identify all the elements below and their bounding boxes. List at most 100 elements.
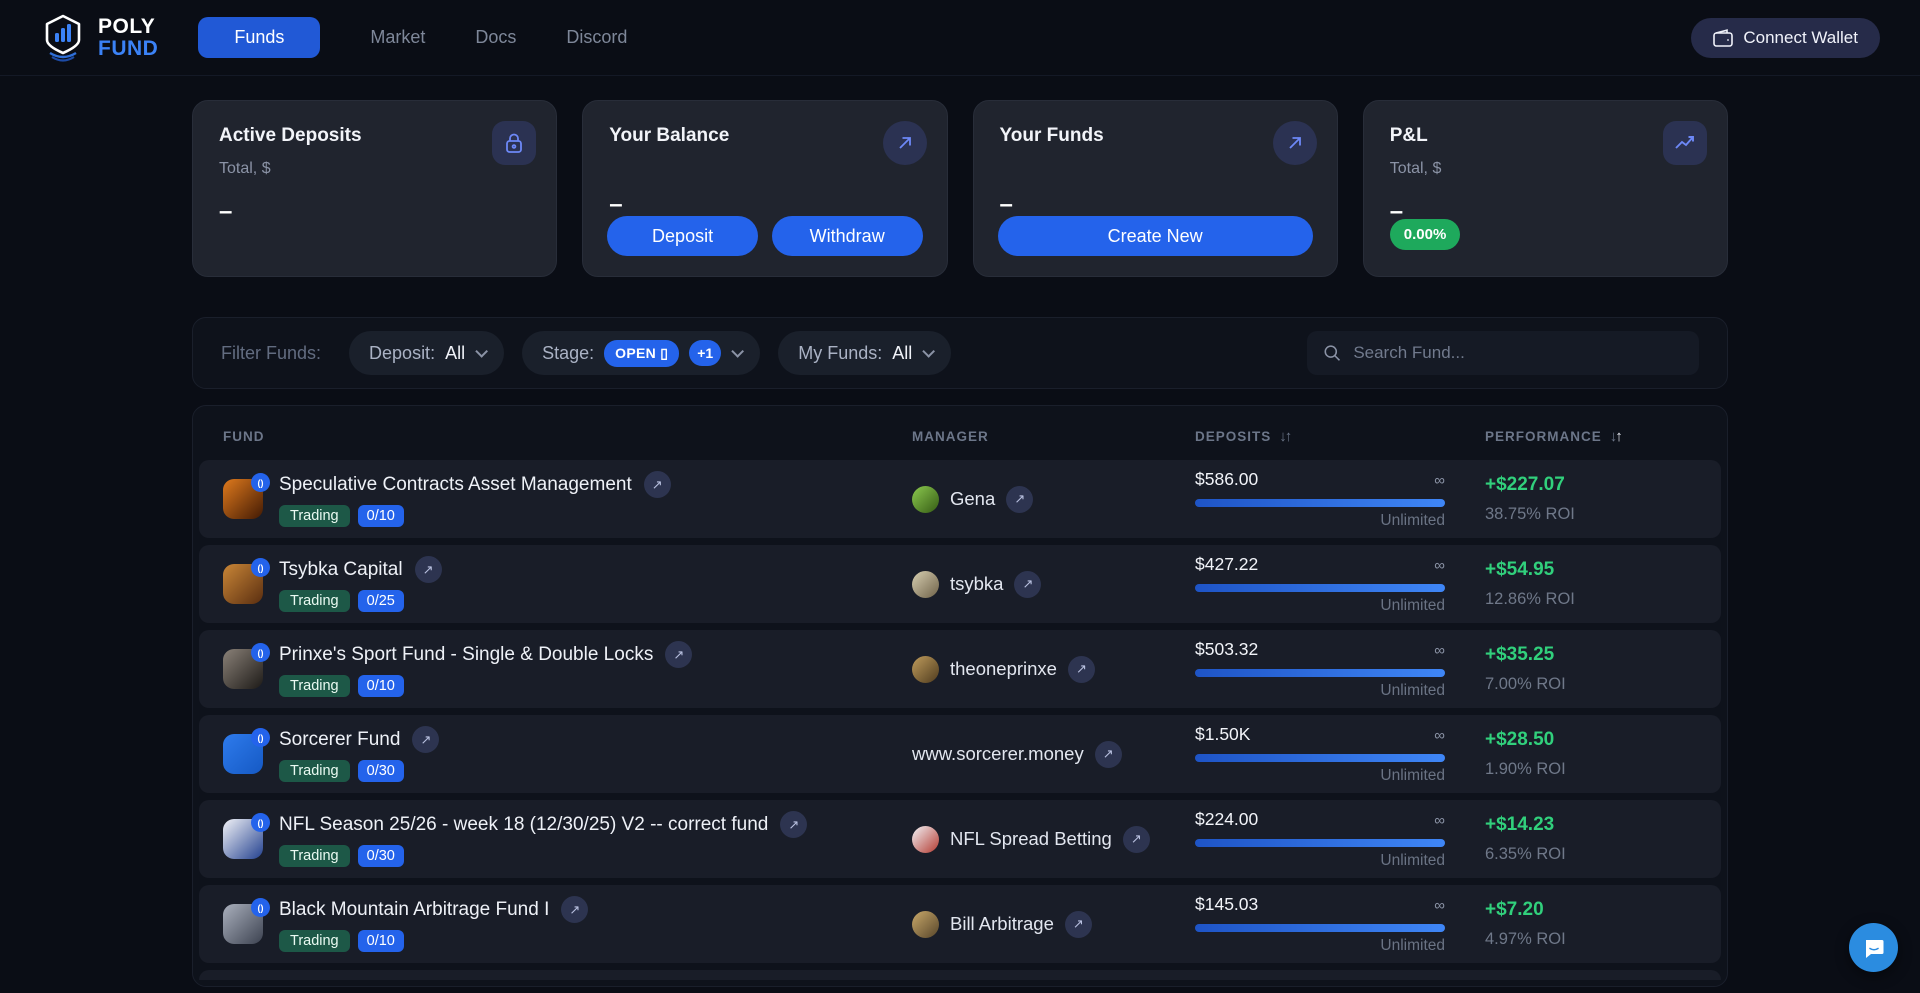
manager-name: NFL Spread Betting: [950, 828, 1112, 850]
status-badge: Trading: [279, 505, 350, 527]
external-link-icon[interactable]: ↗: [415, 556, 442, 583]
chevron-down-icon: [731, 345, 744, 358]
performance-cell: +$35.25 7.00% ROI: [1485, 644, 1697, 694]
deposits-cell: $1.50K ∞ Unlimited: [1195, 724, 1485, 785]
performance-value: +$54.95: [1485, 559, 1697, 581]
search-fund-input[interactable]: [1353, 343, 1683, 363]
chat-bubble-icon: [1862, 936, 1886, 960]
polymarket-badge-icon: (): [251, 473, 270, 492]
stage-filter-dropdown[interactable]: Stage: OPEN ▯ +1: [522, 331, 760, 375]
logo-text-top: POLY: [98, 16, 158, 37]
deposit-cap-label: Unlimited: [1195, 767, 1445, 785]
filter-funds-label: Filter Funds:: [221, 343, 321, 364]
external-link-icon[interactable]: ↗: [1095, 741, 1122, 768]
table-row[interactable]: () Prinxe's Sport Fund - Single & Double…: [199, 630, 1721, 708]
deposit-cap-label: Unlimited: [1195, 512, 1445, 530]
table-row[interactable]: () Black Mountain Arbitrage Fund I ↗ Tra…: [199, 885, 1721, 963]
external-link-icon[interactable]: ↗: [412, 726, 439, 753]
deposits-cell: $224.00 ∞ Unlimited: [1195, 809, 1485, 870]
infinity-icon: ∞: [1434, 727, 1445, 744]
trend-up-icon: [1663, 121, 1707, 165]
fund-name: Sorcerer Fund: [279, 729, 400, 751]
pnl-card: P&L Total, $ – 0.00%: [1363, 100, 1728, 277]
nav-item-docs[interactable]: Docs: [475, 27, 516, 48]
slots-badge: 0/10: [358, 505, 404, 527]
create-new-button[interactable]: Create New: [998, 216, 1313, 256]
manager-name: Bill Arbitrage: [950, 913, 1054, 935]
table-row[interactable]: () Speculative Contracts Asset Managemen…: [199, 460, 1721, 538]
deposit-progress-bar: [1195, 754, 1445, 762]
performance-value: +$7.20: [1485, 899, 1697, 921]
funds-table: FUND MANAGER DEPOSITS ↓↑ PERFORMANCE ↓↑ …: [192, 405, 1728, 987]
performance-value: +$227.07: [1485, 474, 1697, 496]
fund-name: Prinxe's Sport Fund - Single & Double Lo…: [279, 644, 653, 666]
external-link-icon[interactable]: ↗: [1068, 656, 1095, 683]
fund-cell: () Speculative Contracts Asset Managemen…: [223, 471, 912, 527]
performance-sort-button[interactable]: ↓↑: [1610, 428, 1621, 445]
performance-value: +$14.23: [1485, 814, 1697, 836]
column-header-performance: PERFORMANCE ↓↑: [1485, 428, 1697, 445]
table-row[interactable]: () NFL Season 25/26 - week 18 (12/30/25)…: [199, 800, 1721, 878]
deposit-cap-label: Unlimited: [1195, 937, 1445, 955]
deposits-cell: $145.03 ∞ Unlimited: [1195, 894, 1485, 955]
external-link-icon[interactable]: ↗: [1006, 486, 1033, 513]
deposits-cell: $427.22 ∞ Unlimited: [1195, 554, 1485, 615]
polymarket-badge-icon: (): [251, 728, 270, 747]
external-link-icon[interactable]: ↗: [1123, 826, 1150, 853]
infinity-icon: ∞: [1434, 642, 1445, 659]
manager-cell: www.sorcerer.money ↗: [912, 741, 1195, 768]
active-deposits-subtitle: Total, $: [219, 160, 530, 178]
polymarket-badge-icon: (): [251, 813, 270, 832]
nav-item-funds[interactable]: Funds: [198, 17, 320, 58]
deposit-filter-value: All: [445, 343, 465, 364]
external-link-icon[interactable]: ↗: [665, 641, 692, 668]
manager-name: www.sorcerer.money: [912, 743, 1084, 765]
deposit-filter-dropdown[interactable]: Deposit: All: [349, 331, 504, 375]
nav-item-market[interactable]: Market: [370, 27, 425, 48]
active-deposits-title: Active Deposits: [219, 125, 530, 147]
external-link-icon[interactable]: ↗: [1065, 911, 1092, 938]
search-fund-box: [1307, 331, 1699, 375]
table-row-partial[interactable]: [199, 970, 1721, 980]
your-balance-title: Your Balance: [609, 125, 920, 147]
withdraw-button[interactable]: Withdraw: [772, 216, 923, 256]
your-funds-title: Your Funds: [1000, 125, 1311, 147]
arrow-up-right-icon[interactable]: [1273, 121, 1317, 165]
fund-avatar: (): [223, 479, 263, 519]
deposit-amount: $1.50K: [1195, 724, 1250, 745]
external-link-icon[interactable]: ↗: [1014, 571, 1041, 598]
app-root: POLY FUND Funds Market Docs Discord Conn…: [0, 0, 1920, 993]
my-funds-filter-dropdown[interactable]: My Funds: All: [778, 331, 951, 375]
arrow-up-right-icon[interactable]: [883, 121, 927, 165]
deposit-button[interactable]: Deposit: [607, 216, 758, 256]
external-link-icon[interactable]: ↗: [780, 811, 807, 838]
external-link-icon[interactable]: ↗: [561, 896, 588, 923]
chat-launcher-button[interactable]: [1849, 923, 1898, 972]
roi-value: 7.00% ROI: [1485, 675, 1697, 694]
connect-wallet-button[interactable]: Connect Wallet: [1691, 18, 1880, 58]
manager-avatar: [912, 486, 939, 513]
deposit-progress-bar: [1195, 584, 1445, 592]
table-row[interactable]: () Sorcerer Fund ↗ Trading 0/30 www.sorc…: [199, 715, 1721, 793]
your-balance-value: –: [609, 191, 920, 219]
performance-value: +$28.50: [1485, 729, 1697, 751]
slots-badge: 0/25: [358, 590, 404, 612]
fund-name: Black Mountain Arbitrage Fund I: [279, 899, 549, 921]
manager-name: Gena: [950, 488, 995, 510]
manager-avatar: [912, 826, 939, 853]
status-badge: Trading: [279, 675, 350, 697]
status-badge: Trading: [279, 930, 350, 952]
nav-item-discord[interactable]: Discord: [566, 27, 627, 48]
stat-cards: Active Deposits Total, $ – Your Balance …: [192, 100, 1728, 277]
manager-avatar: [912, 656, 939, 683]
roi-value: 4.97% ROI: [1485, 930, 1697, 949]
external-link-icon[interactable]: ↗: [644, 471, 671, 498]
deposits-sort-button[interactable]: ↓↑: [1279, 428, 1290, 445]
deposit-progress-bar: [1195, 669, 1445, 677]
performance-cell: +$28.50 1.90% ROI: [1485, 729, 1697, 779]
deposit-cap-label: Unlimited: [1195, 852, 1445, 870]
polyfund-logo[interactable]: POLY FUND: [40, 13, 158, 63]
table-row[interactable]: () Tsybka Capital ↗ Trading 0/25 tsybka …: [199, 545, 1721, 623]
deposit-amount: $224.00: [1195, 809, 1258, 830]
performance-value: +$35.25: [1485, 644, 1697, 666]
